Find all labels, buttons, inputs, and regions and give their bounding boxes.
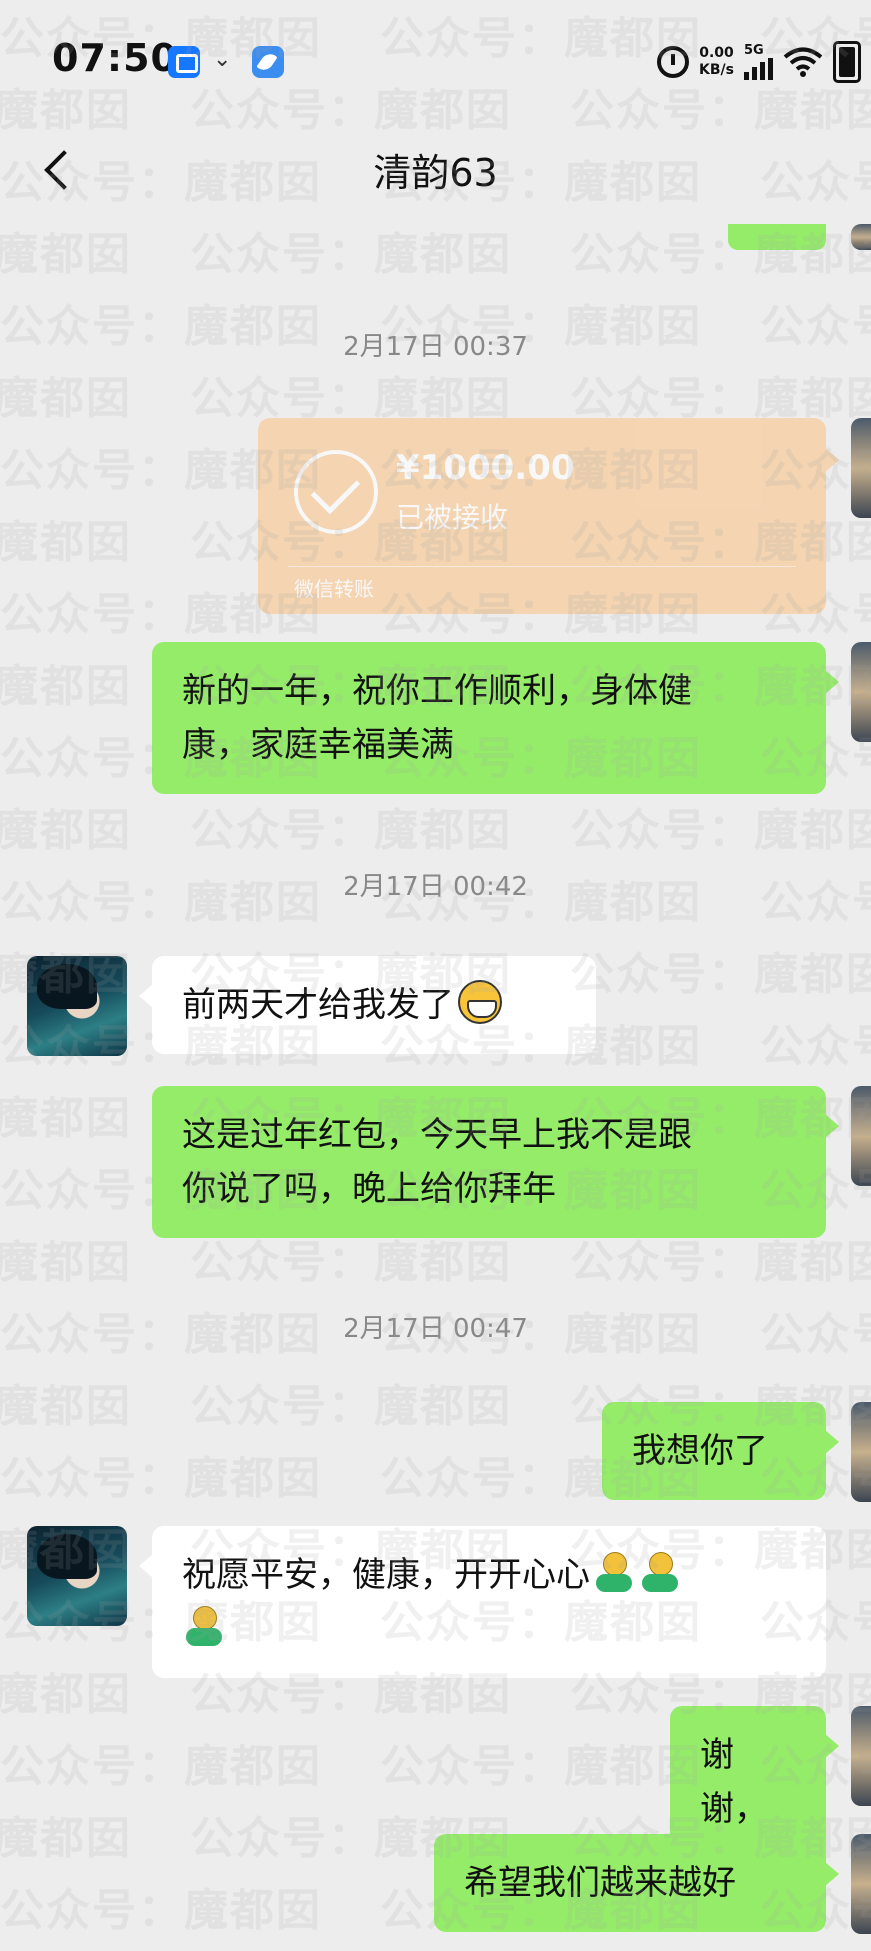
message-bubble-sent[interactable]: 新的一年，祝你工作顺利，身体健 康，家庭幸福美满 (152, 642, 839, 794)
net-speed: 0.00 KB/s (699, 45, 734, 79)
chat-title: 清韵63 (373, 151, 498, 195)
wifi-icon (783, 47, 823, 77)
message-bubble-received[interactable]: 前两天才给我发了 (139, 956, 596, 1054)
message-text: 谢谢， (700, 1735, 768, 1829)
watermark-text: 公众号：魔都囡 (190, 373, 512, 424)
watermark-text: 公众号：魔都囡 (0, 1093, 132, 1144)
watermark-text: 公众号：魔都囡 (0, 1237, 132, 1288)
my-avatar[interactable] (851, 642, 871, 742)
timestamp: 2月17日 00:42 (343, 872, 528, 902)
watermark-text: 公众号：魔都囡 (570, 1946, 871, 1951)
check-circle-icon (294, 450, 378, 534)
my-avatar[interactable] (851, 1086, 871, 1186)
transfer-card[interactable]: ¥1000.00 已被接收 微信转账 (258, 418, 839, 614)
watermark-text: 公众号：魔都囡 (570, 805, 871, 856)
watermark-text: 公众号：魔都囡 (0, 661, 132, 712)
divider (288, 566, 796, 567)
my-avatar[interactable] (851, 1834, 871, 1934)
message-bubble-received[interactable]: 祝愿平安，健康，开开心心 (139, 1526, 826, 1678)
watermark-text: 公众号：魔都囡 (0, 1453, 322, 1504)
transfer-status: 已被接收 (396, 501, 509, 534)
message-text: 希望我们越来越好 (464, 1863, 736, 1903)
watermark-text: 公众号：魔都囡 (0, 229, 132, 280)
message-text: 新的一年，祝你工作顺利，身体健 (182, 671, 692, 711)
my-avatar[interactable] (851, 224, 871, 250)
message-text: 我想你了 (632, 1431, 768, 1471)
watermark-text: 公众号：魔都囡 (380, 1741, 702, 1792)
chat-screen: 07:50 ⌄ 0.00 KB/s 5G 清韵63 2月17日 00:37 ¥1… (0, 0, 871, 1951)
watermark-text: 公众号：魔都囡 (190, 1946, 512, 1951)
status-time: 07:50 (52, 36, 178, 80)
watermark-text: 公众号：魔都囡 (0, 373, 132, 424)
watermark-text: 公众号：魔都囡 (0, 517, 132, 568)
transfer-label: 微信转账 (294, 577, 374, 601)
message-text: 这是过年红包，今天早上我不是跟 (182, 1115, 692, 1155)
watermark-text: 公众号：魔都囡 (190, 805, 512, 856)
contact-avatar[interactable] (27, 956, 127, 1056)
watermark-text: 公众号：魔都囡 (190, 229, 512, 280)
signal-icon: 5G (744, 44, 773, 80)
my-avatar[interactable] (851, 1706, 871, 1806)
message-text: 康，家庭幸福美满 (182, 725, 454, 765)
watermark-text: 公众号：魔都囡 (0, 1381, 132, 1432)
message-bubble-sent[interactable]: 这是过年红包，今天早上我不是跟 你说了吗，晚上给你拜年 (152, 1086, 839, 1238)
network-type: 5G (744, 43, 764, 58)
timestamp: 2月17日 00:47 (343, 1314, 528, 1344)
net-speed-value: 0.00 (699, 45, 734, 61)
doll-emoji-icon (638, 1550, 682, 1594)
net-speed-unit: KB/s (699, 62, 734, 78)
app-notification-icon (168, 46, 200, 78)
app-icon (252, 46, 284, 78)
watermark-text: 公众号：魔都囡 (0, 1813, 132, 1864)
message-text: 祝愿平安，健康，开开心心 (182, 1555, 590, 1595)
my-avatar[interactable] (851, 418, 871, 518)
watermark-text: 公众号：魔都囡 (0, 1885, 322, 1936)
doll-emoji-icon (182, 1604, 226, 1648)
my-avatar[interactable] (851, 1402, 871, 1502)
previous-message-bubble[interactable] (728, 224, 826, 250)
doll-emoji-icon (592, 1550, 636, 1594)
grin-emoji-icon (458, 980, 502, 1024)
transfer-amount: ¥1000.00 (396, 448, 575, 488)
alarm-icon (657, 46, 690, 78)
message-text: 你说了吗，晚上给你拜年 (182, 1169, 556, 1209)
message-bubble-sent[interactable]: 希望我们越来越好 (434, 1834, 839, 1932)
status-bar: 07:50 ⌄ 0.00 KB/s 5G (0, 0, 871, 120)
watermark-text: 公众号：魔都囡 (0, 1946, 132, 1951)
watermark-text: 公众号：魔都囡 (570, 373, 871, 424)
battery-icon (833, 41, 861, 83)
watermark-text: 公众号：魔都囡 (0, 1741, 322, 1792)
watermark-text: 公众号：魔都囡 (0, 1669, 132, 1720)
status-icons: 0.00 KB/s 5G (657, 40, 861, 84)
watermark-text: 公众号：魔都囡 (570, 949, 871, 1000)
message-bubble-sent[interactable]: 我想你了 (602, 1402, 839, 1500)
chat-header: 清韵63 (0, 120, 871, 220)
contact-avatar[interactable] (27, 1526, 127, 1626)
download-arrow-icon: ⌄ (213, 47, 232, 72)
message-text: 前两天才给我发了 (182, 985, 454, 1025)
watermark-text: 公众号：魔都囡 (0, 805, 132, 856)
watermark-text: 公众号：魔都囡 (190, 1381, 512, 1432)
timestamp: 2月17日 00:37 (343, 332, 528, 362)
watermark-text: 公众号：魔都囡 (760, 1021, 871, 1072)
